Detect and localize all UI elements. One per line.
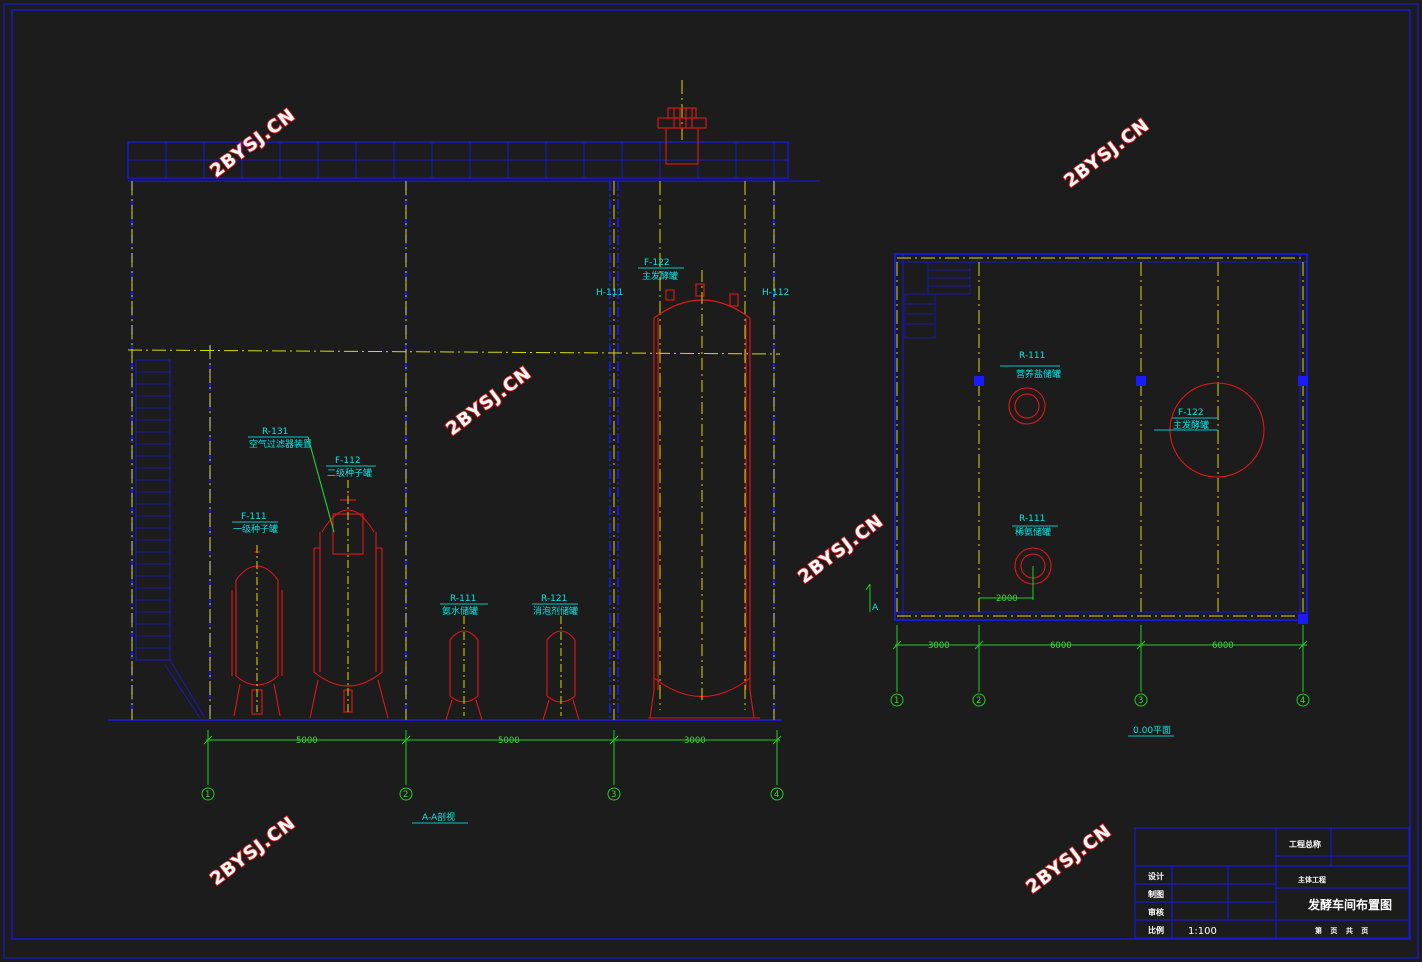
tb-sub-project: 主体工程 — [1298, 875, 1326, 884]
section-view: H-111 H-112 F-122 主发酵罐 R-131 空气过滤器装置 F-1… — [108, 80, 820, 824]
watermark-5: 2BYSJ.CN — [206, 812, 299, 890]
watermark-1: 2BYSJ.CN — [206, 104, 299, 182]
label-h112: H-112 — [762, 288, 789, 298]
plan-label-r111a-name: 营养盐储罐 — [1016, 368, 1061, 380]
label-f111-code: F-111 — [241, 512, 267, 522]
label-f122-name: 主发酵罐 — [642, 270, 678, 282]
plan-dim-1: 3000 — [928, 641, 950, 651]
plan-staircase — [904, 261, 971, 339]
plan-label-underlines — [1000, 365, 1218, 527]
plan-centerlines — [896, 257, 1304, 617]
section-staircase — [135, 359, 206, 719]
tb-designer: 设计 — [1148, 871, 1164, 881]
label-f112-code: F-112 — [335, 456, 361, 466]
label-r121-code: R-121 — [541, 594, 567, 604]
tb-reviewer: 审核 — [1148, 907, 1164, 917]
section-dim-2: 5000 — [498, 736, 520, 746]
plan-dim-2000: 2000 — [996, 594, 1018, 604]
plan-axis-1: 1 — [894, 696, 899, 706]
tb-sheet-info: 第 页 共 页 — [1315, 926, 1368, 935]
watermark-3: 2BYSJ.CN — [442, 362, 535, 440]
section-columns — [131, 181, 775, 720]
plan-tanks — [1008, 382, 1265, 585]
plan-axis-2: 2 — [976, 696, 981, 706]
section-axis-2: 2 — [403, 790, 408, 800]
title-block: 工程总称 主体工程 发酵车间布置图 设计 制图 审核 比例 1:100 第 页 … — [1134, 827, 1410, 939]
tb-scale-value: 1:100 — [1188, 926, 1217, 937]
plan-view: R-111 营养盐储罐 F-122 主发酵罐 R-111 稀氨储罐 2000 A — [865, 253, 1310, 737]
section-axis-3: 3 — [611, 790, 616, 800]
plan-label-r111b-name: 稀氨储罐 — [1015, 526, 1051, 538]
section-axis-1: 1 — [205, 790, 210, 800]
label-f111-name: 一级种子罐 — [233, 523, 278, 535]
watermark-6: 2BYSJ.CN — [1022, 820, 1115, 898]
tb-drawing-title: 发酵车间布置图 — [1307, 897, 1392, 912]
plan-dimension-line — [890, 625, 1310, 707]
outer-frame — [3, 3, 1419, 959]
plan-dim-3: 6000 — [1212, 641, 1234, 651]
tb-drafter: 制图 — [1148, 889, 1164, 899]
label-r111-name: 氨水储罐 — [442, 605, 478, 617]
plan-outline — [894, 253, 1308, 621]
section-centerlines — [131, 80, 775, 720]
tb-project-name: 工程总称 — [1289, 839, 1321, 849]
section-title: A-A剖视 — [422, 811, 455, 823]
label-r131-name: 空气过滤器装置 — [249, 438, 312, 450]
label-f112-name: 二级种子罐 — [327, 467, 372, 479]
plan-title: 0.00平面 — [1133, 725, 1171, 736]
label-r131-code: R-131 — [262, 427, 288, 437]
section-axis-4: 4 — [774, 790, 779, 800]
plan-axis-4: 4 — [1300, 696, 1305, 706]
watermark-2: 2BYSJ.CN — [1060, 114, 1153, 192]
plan-axis-3: 3 — [1138, 696, 1143, 706]
plan-label-r111a-code: R-111 — [1019, 351, 1045, 361]
f122-main-fermenter — [648, 107, 760, 719]
label-h111: H-111 — [596, 288, 623, 298]
label-r111-code: R-111 — [450, 594, 476, 604]
f112-second-seed-tank — [309, 494, 389, 719]
plan-dim-2: 6000 — [1050, 641, 1072, 651]
section-dim-3: 3000 — [684, 736, 706, 746]
plan-label-r111b-code: R-111 — [1019, 514, 1045, 524]
cad-drawing: H-111 H-112 F-122 主发酵罐 R-131 空气过滤器装置 F-1… — [3, 3, 1419, 959]
label-r121-name: 消泡剂储罐 — [533, 605, 578, 617]
plan-marker-a: A — [872, 603, 879, 613]
watermark-4: 2BYSJ.CN — [794, 510, 887, 588]
label-f122-code: F-122 — [644, 258, 670, 268]
plan-label-f122-code: F-122 — [1178, 408, 1204, 418]
platform-line — [127, 349, 781, 355]
section-dim-1: 5000 — [296, 736, 318, 746]
tb-scale-label: 比例 — [1148, 925, 1164, 935]
plan-label-f122-name: 主发酵罐 — [1173, 419, 1209, 431]
